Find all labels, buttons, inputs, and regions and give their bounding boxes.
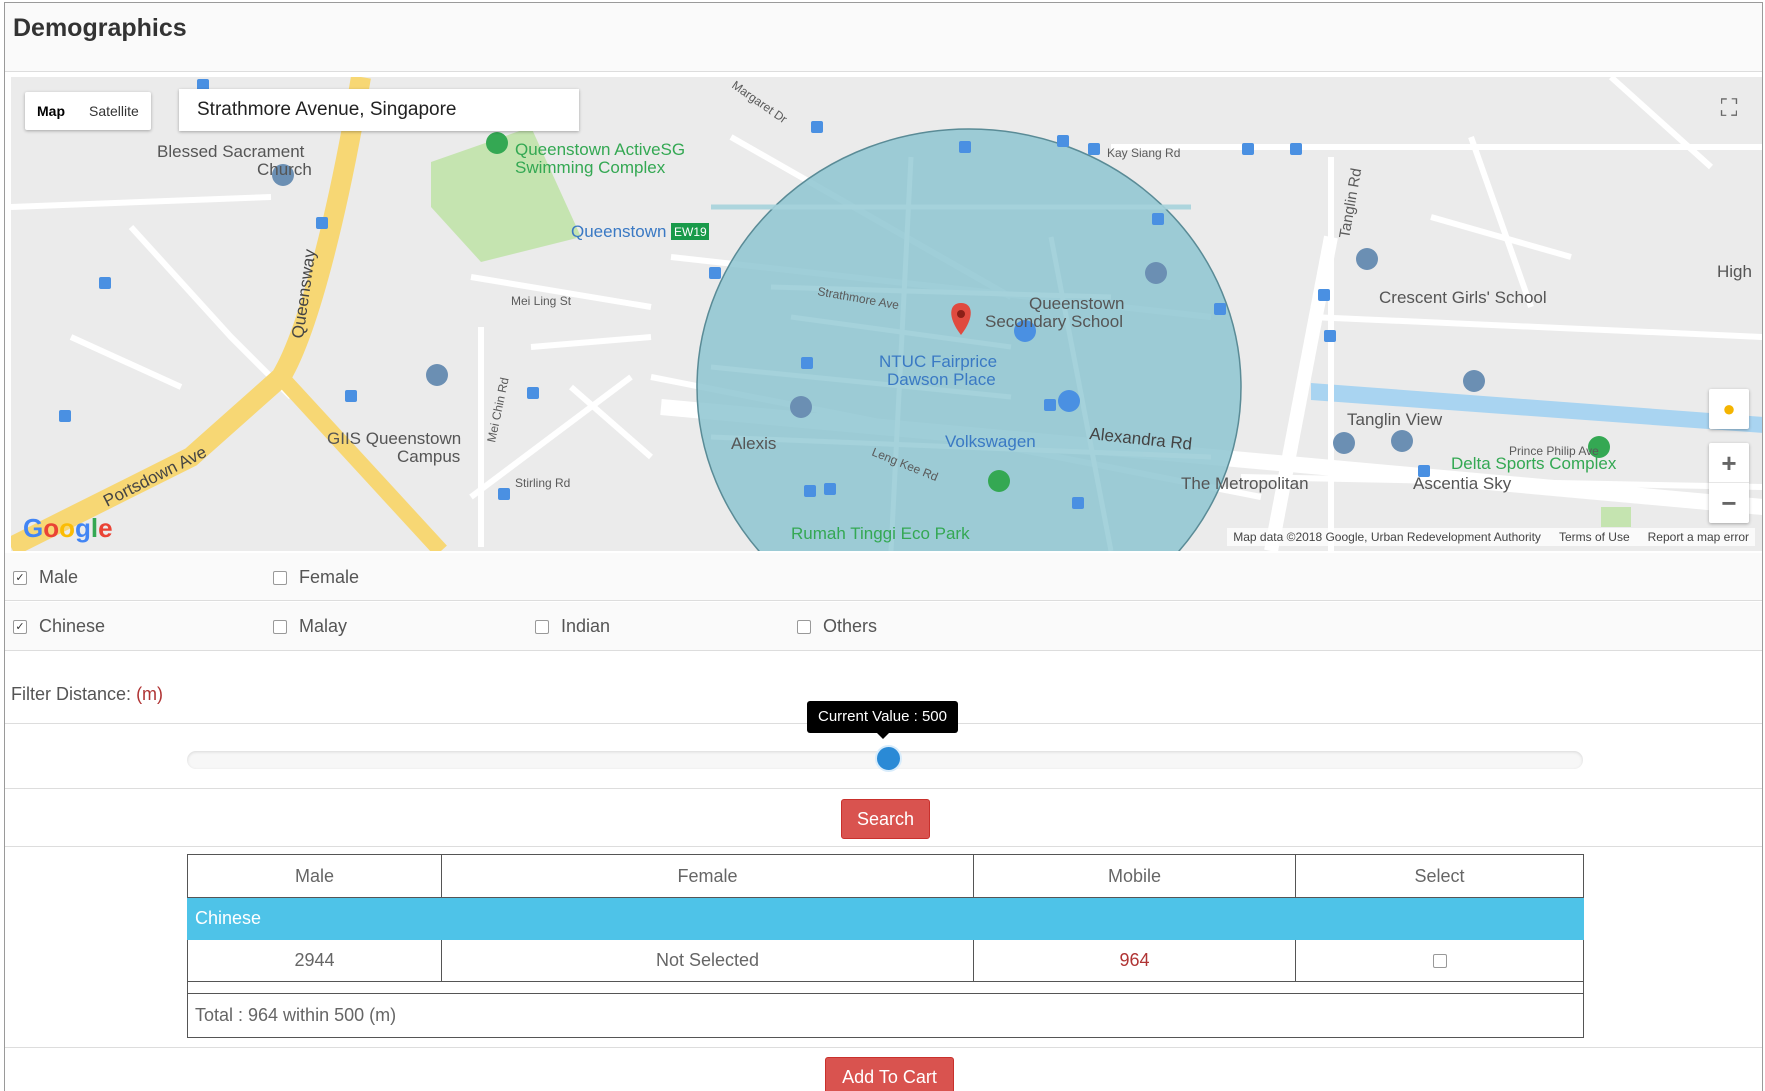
page-title: Demographics [13,14,187,42]
header-male: Male [187,854,442,898]
tanglin-view-pin-icon [1463,370,1485,392]
swimming-pin-icon [486,132,508,154]
fullscreen-icon[interactable]: ⛶ [1709,89,1749,129]
map-label-swimming: Queenstown ActiveSG [515,140,685,159]
distance-slider-thumb[interactable] [875,745,902,772]
group-row: Chinese [187,897,1584,940]
others-label: Others [823,616,878,636]
spacer-row [187,981,1584,994]
total-summary: Total : 964 within 500 (m) [187,993,1584,1038]
map-label-alexis: Alexis [731,434,776,453]
distance-unit: (m) [136,684,164,704]
zoom-in-button[interactable]: + [1709,443,1749,483]
filter-distance-label: Filter Distance: (m) [11,684,164,704]
table-row: 2944 Not Selected 964 [187,939,1584,982]
car-dealer-pin-icon [1058,390,1080,412]
street-view-pegman-icon[interactable]: ● [1709,389,1749,429]
race-malay-option[interactable]: Malay [273,616,347,637]
metropolitan-pin-icon [1333,432,1355,454]
road-label-kay-siang: Kay Siang Rd [1107,146,1180,160]
gender-male-option[interactable]: ✓ Male [13,567,78,588]
search-row: Search [5,790,1762,847]
cell-male: 2944 [187,939,442,982]
map-label-church: Blessed Sacrament [157,142,305,161]
road-label-prince-philip: Prince Philip Ave [1509,444,1599,458]
map-label-giis: GIIS Queenstown [327,429,461,448]
map-label-high: High [1717,262,1752,281]
park-pin-icon [988,470,1010,492]
header-female: Female [441,854,974,898]
race-indian-option[interactable]: Indian [535,616,610,637]
map-label-volkswagen: Volkswagen [945,432,1036,451]
search-button[interactable]: Search [841,799,930,839]
indian-label: Indian [561,616,611,636]
add-to-cart-button[interactable]: Add To Cart [825,1057,954,1091]
zoom-control: + − [1709,443,1749,523]
map-view[interactable]: Blessed Sacrament Church Queenstown Acti… [11,77,1763,551]
female-checkbox[interactable] [273,570,287,585]
cell-mobile: 964 [973,939,1296,982]
report-map-error-link[interactable]: Report a map error [1648,530,1749,544]
male-checkbox[interactable]: ✓ [13,570,27,585]
map-label-church-2: Church [257,160,312,179]
demographics-panel: Demographics Blessed Sacrament Church Qu… [4,2,1763,1091]
chinese-label: Chinese [39,616,106,636]
map-label-station: Queenstown [571,222,666,241]
secondary-school-pin-icon [1145,262,1167,284]
header-mobile: Mobile [973,854,1296,898]
map-label-metropolitan: The Metropolitan [1181,474,1309,493]
map-attribution: Map data ©2018 Google, Urban Redevelopme… [1227,528,1755,546]
gender-filter-row: ✓ Male Female [5,553,1762,601]
map-label-ntuc: NTUC Fairprice [879,352,997,371]
map-label-swimming-2: Swimming Complex [515,158,666,177]
panel-header: Demographics [5,3,1762,72]
map-label-crescent: Crescent Girls' School [1379,288,1547,307]
header-select: Select [1295,854,1584,898]
map-type-satellite-button[interactable]: Satellite [77,92,151,130]
indian-checkbox[interactable] [535,619,549,634]
chinese-checkbox[interactable]: ✓ [13,619,27,634]
map-label-eco-park: Rumah Tinggi Eco Park [791,524,970,543]
map-label-secondary-2: Secondary School [985,312,1123,331]
map-type-control: Map Satellite [25,92,151,130]
alexis-pin-icon [790,396,812,418]
map-type-map-button[interactable]: Map [25,92,77,130]
ascentia-pin-icon [1391,430,1413,452]
results-table: Male Female Mobile Select Chinese 2944 N… [187,854,1584,1038]
station-badge: EW19 [674,225,707,239]
race-others-option[interactable]: Others [797,616,877,637]
map-label-ascentia: Ascentia Sky [1413,474,1512,493]
select-row-checkbox[interactable] [1432,953,1447,968]
race-filter-row: ✓ Chinese Malay Indian Others [5,602,1762,651]
cart-row [5,1047,1762,1048]
map-label-ntuc-2: Dawson Place [887,370,996,389]
road-label-mei-ling: Mei Ling St [511,294,572,308]
google-logo: Google [23,513,113,543]
cell-female: Not Selected [441,939,974,982]
crescent-school-pin-icon [1356,248,1378,270]
male-label: Male [39,567,79,587]
map-search-input[interactable] [179,89,579,131]
gender-female-option[interactable]: Female [273,567,359,588]
map-label-giis-2: Campus [397,447,460,466]
slider-value-tooltip: Current Value : 500 [807,701,958,739]
total-row: Total : 964 within 500 (m) [187,993,1584,1038]
map-label-tanglin-view: Tanglin View [1347,410,1443,429]
map-label-secondary: Queenstown [1029,294,1124,313]
school-pin-icon [426,364,448,386]
group-label: Chinese [187,897,1584,940]
road-label-stirling: Stirling Rd [515,476,570,490]
female-label: Female [299,567,360,587]
map-canvas[interactable]: Blessed Sacrament Church Queenstown Acti… [11,77,1763,551]
others-checkbox[interactable] [797,619,811,634]
zoom-out-button[interactable]: − [1709,483,1749,523]
terms-of-use-link[interactable]: Terms of Use [1559,530,1630,544]
race-chinese-option[interactable]: ✓ Chinese [13,616,105,637]
map-data-credit: Map data ©2018 Google, Urban Redevelopme… [1233,530,1541,544]
cell-select [1295,939,1584,982]
malay-checkbox[interactable] [273,619,287,634]
malay-label: Malay [299,616,348,636]
